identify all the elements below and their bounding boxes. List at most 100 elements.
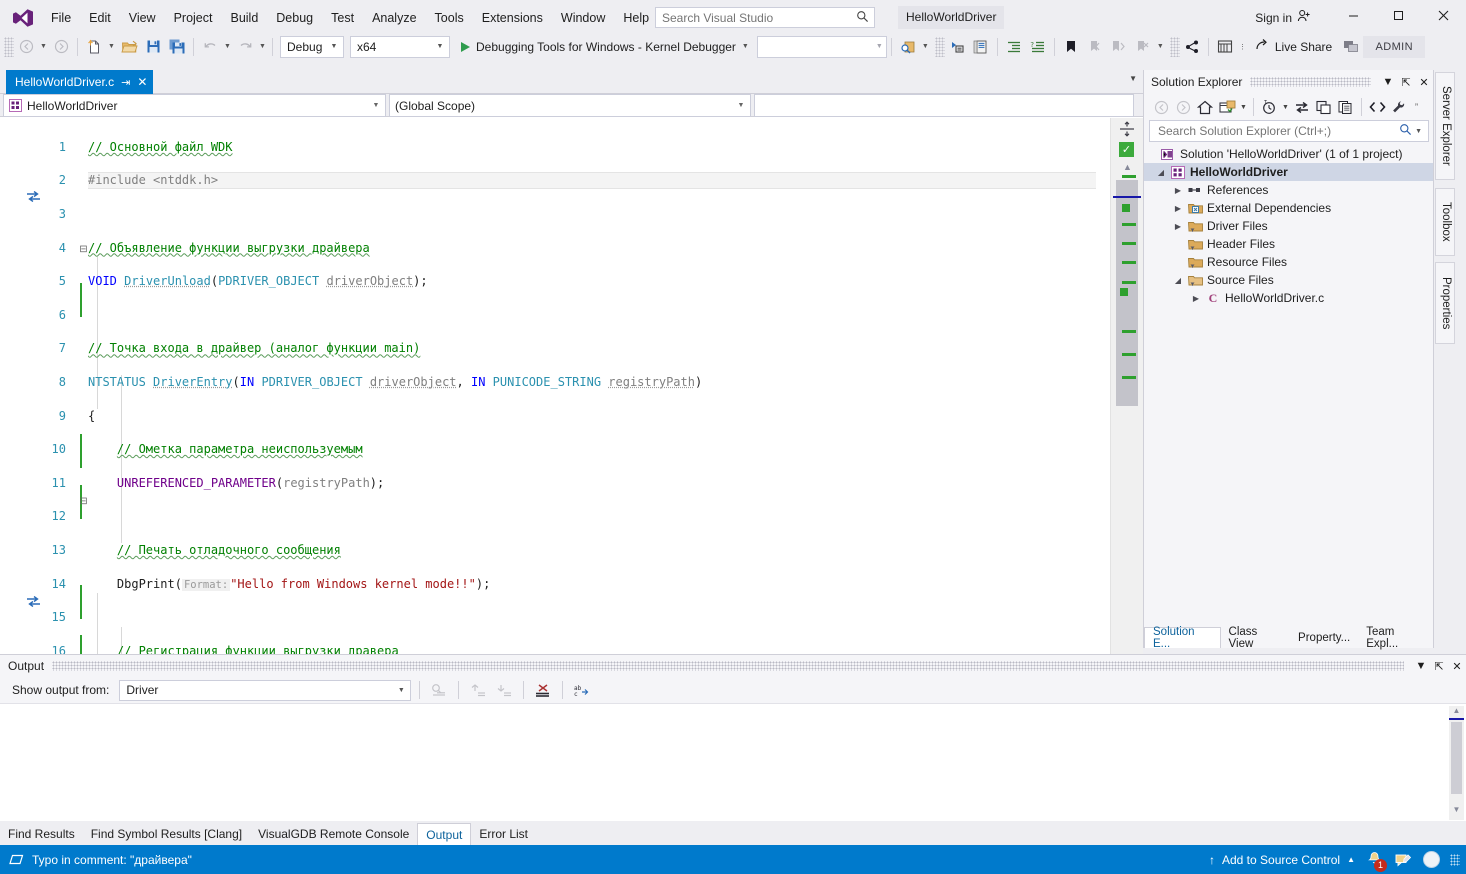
clear-bookmarks-icon[interactable]: [1132, 36, 1154, 58]
tab-properties[interactable]: Property...: [1290, 627, 1358, 648]
panel-drag-handle[interactable]: [1250, 77, 1371, 87]
menu-help[interactable]: Help: [614, 5, 658, 31]
start-debugging-button[interactable]: Debugging Tools for Windows - Kernel Deb…: [453, 36, 757, 58]
close-icon[interactable]: ✕: [1448, 660, 1466, 673]
editor-scrollbar-rail[interactable]: ✓ ▲ ▼: [1110, 118, 1143, 696]
home-icon[interactable]: [1194, 96, 1216, 118]
forward-icon[interactable]: [1172, 96, 1194, 118]
output-scrollbar[interactable]: ▲ ▼: [1449, 706, 1464, 820]
output-source-combo[interactable]: Driver ▼: [119, 679, 412, 701]
chevron-down-icon[interactable]: ▼: [1379, 76, 1397, 88]
menu-edit[interactable]: Edit: [80, 5, 120, 31]
menu-window[interactable]: Window: [552, 5, 614, 31]
menu-analyze[interactable]: Analyze: [363, 5, 425, 31]
document-tab-helloworlddriver-c[interactable]: HelloWorldDriver.c ⇥ ✕: [6, 70, 154, 94]
document-tab-overflow-icon[interactable]: ▼: [1129, 74, 1137, 83]
fold-marker[interactable]: ⊟: [78, 496, 89, 513]
save-icon[interactable]: [142, 36, 164, 58]
tree-item-header-files[interactable]: Header Files: [1144, 235, 1433, 253]
menu-build[interactable]: Build: [221, 5, 267, 31]
prev-bookmark-icon[interactable]: [1084, 36, 1106, 58]
back-icon[interactable]: [1150, 96, 1172, 118]
chevron-collapsed-icon[interactable]: ▶: [1171, 222, 1185, 231]
pending-changes-filter-icon[interactable]: [1216, 96, 1238, 118]
code-editor-pane[interactable]: ⊟ ⊟ 1// Основной файл WDK 2 #include <ntd…: [0, 118, 1110, 696]
pending-changes-icon[interactable]: T: [1258, 96, 1280, 118]
close-icon[interactable]: [1421, 0, 1466, 30]
tree-item-helloworlddriver-c[interactable]: ▶ C HelloWorldDriver.c: [1144, 289, 1433, 307]
toolbar-grip[interactable]: [934, 36, 945, 57]
output-text-area[interactable]: ▲ ▼: [0, 703, 1466, 821]
solution-platform-combo[interactable]: x64 ▼: [350, 35, 450, 58]
redo-icon[interactable]: [234, 36, 256, 58]
avatar-icon[interactable]: [1423, 851, 1440, 868]
tab-error-list[interactable]: Error List: [471, 823, 536, 845]
tool-tab-toolbox[interactable]: Toolbox: [1435, 188, 1455, 256]
feedback-icon[interactable]: [1393, 850, 1413, 870]
menu-view[interactable]: View: [120, 5, 165, 31]
tool-tab-properties[interactable]: Properties: [1435, 262, 1455, 344]
live-share-button[interactable]: Live Share: [1248, 36, 1339, 58]
menu-project[interactable]: Project: [165, 5, 222, 31]
view-code-icon[interactable]: [1366, 96, 1388, 118]
toolbar-grip[interactable]: [1169, 36, 1180, 57]
pin-icon[interactable]: ⇱: [1430, 660, 1448, 673]
scrollbar-thumb[interactable]: [1451, 722, 1462, 794]
scroll-down-icon[interactable]: ▼: [1449, 805, 1464, 820]
chevron-collapsed-icon[interactable]: ▶: [1171, 204, 1185, 213]
menu-file[interactable]: File: [42, 5, 80, 31]
tab-output[interactable]: Output: [417, 823, 472, 845]
step-into-icon[interactable]: [946, 36, 968, 58]
chevron-down-icon[interactable]: ▼: [1412, 660, 1430, 672]
split-editor-icon[interactable]: [1115, 118, 1139, 140]
tab-visualgdb-remote-console[interactable]: VisualGDB Remote Console: [250, 823, 417, 845]
maximize-icon[interactable]: [1376, 0, 1421, 30]
call-hierarchy-icon[interactable]: [1181, 36, 1203, 58]
chevron-down-icon[interactable]: ▼: [1280, 96, 1291, 118]
resize-grip[interactable]: [1450, 853, 1460, 866]
go-to-next-message-icon[interactable]: [493, 679, 515, 701]
chevron-collapsed-icon[interactable]: ▶: [1189, 294, 1203, 303]
search-input[interactable]: [1156, 123, 1400, 139]
menu-debug[interactable]: Debug: [267, 5, 322, 31]
collapse-all-icon[interactable]: [1313, 96, 1335, 118]
bookmark-icon[interactable]: [1060, 36, 1082, 58]
properties-icon[interactable]: [1388, 96, 1410, 118]
send-feedback-icon[interactable]: [1340, 36, 1362, 58]
tab-solution-explorer[interactable]: Solution E...: [1144, 626, 1221, 650]
tool-tab-server-explorer[interactable]: Server Explorer: [1435, 72, 1455, 180]
new-file-icon[interactable]: [83, 36, 105, 58]
tab-find-symbol-results-clang[interactable]: Find Symbol Results [Clang]: [83, 823, 250, 845]
tab-class-view[interactable]: Class View: [1221, 626, 1291, 650]
new-file-dropdown-icon[interactable]: ▼: [106, 36, 117, 58]
go-to-previous-message-icon[interactable]: [467, 679, 489, 701]
close-icon[interactable]: ✕: [137, 75, 147, 89]
pin-icon[interactable]: ⇥: [121, 76, 130, 89]
indent-icon[interactable]: [1003, 36, 1025, 58]
chevron-down-icon[interactable]: ▼: [1412, 128, 1425, 135]
toggle-word-wrap-icon[interactable]: ab c: [571, 679, 593, 701]
tree-item-external-dependencies[interactable]: ▶ External Dependencies: [1144, 199, 1433, 217]
tree-item-solution[interactable]: Solution 'HelloWorldDriver' (1 of 1 proj…: [1144, 145, 1433, 163]
search-visual-studio-box[interactable]: [655, 7, 875, 28]
add-to-source-control-button[interactable]: ↑ Add to Source Control ▲: [1209, 853, 1355, 867]
tree-item-driver-files[interactable]: ▶ Driver Files: [1144, 217, 1433, 235]
solution-configuration-combo[interactable]: Debug ▼: [280, 35, 344, 58]
panel-drag-handle[interactable]: [52, 661, 1404, 671]
menu-test[interactable]: Test: [322, 5, 363, 31]
chevron-collapsed-icon[interactable]: ▶: [1171, 186, 1185, 195]
toolbar-overflow-icon[interactable]: ⋮: [1237, 36, 1248, 58]
window-layout-icon[interactable]: [1214, 36, 1236, 58]
open-folder-icon[interactable]: [118, 36, 140, 58]
sync-with-active-document-icon[interactable]: [1291, 96, 1313, 118]
overflow-icon[interactable]: ”: [1410, 96, 1423, 118]
chevron-expanded-icon[interactable]: ◢: [1171, 276, 1185, 285]
navbar-member-combo[interactable]: [754, 94, 1134, 117]
minimize-icon[interactable]: [1331, 0, 1376, 30]
tab-team-explorer[interactable]: Team Expl...: [1358, 626, 1434, 650]
chevron-expanded-icon[interactable]: ◢: [1154, 168, 1168, 177]
find-message-icon[interactable]: [428, 679, 450, 701]
redo-dropdown-icon[interactable]: ▼: [257, 36, 268, 58]
menu-tools[interactable]: Tools: [426, 5, 473, 31]
navbar-project-combo[interactable]: HelloWorldDriver ▼: [3, 94, 386, 117]
